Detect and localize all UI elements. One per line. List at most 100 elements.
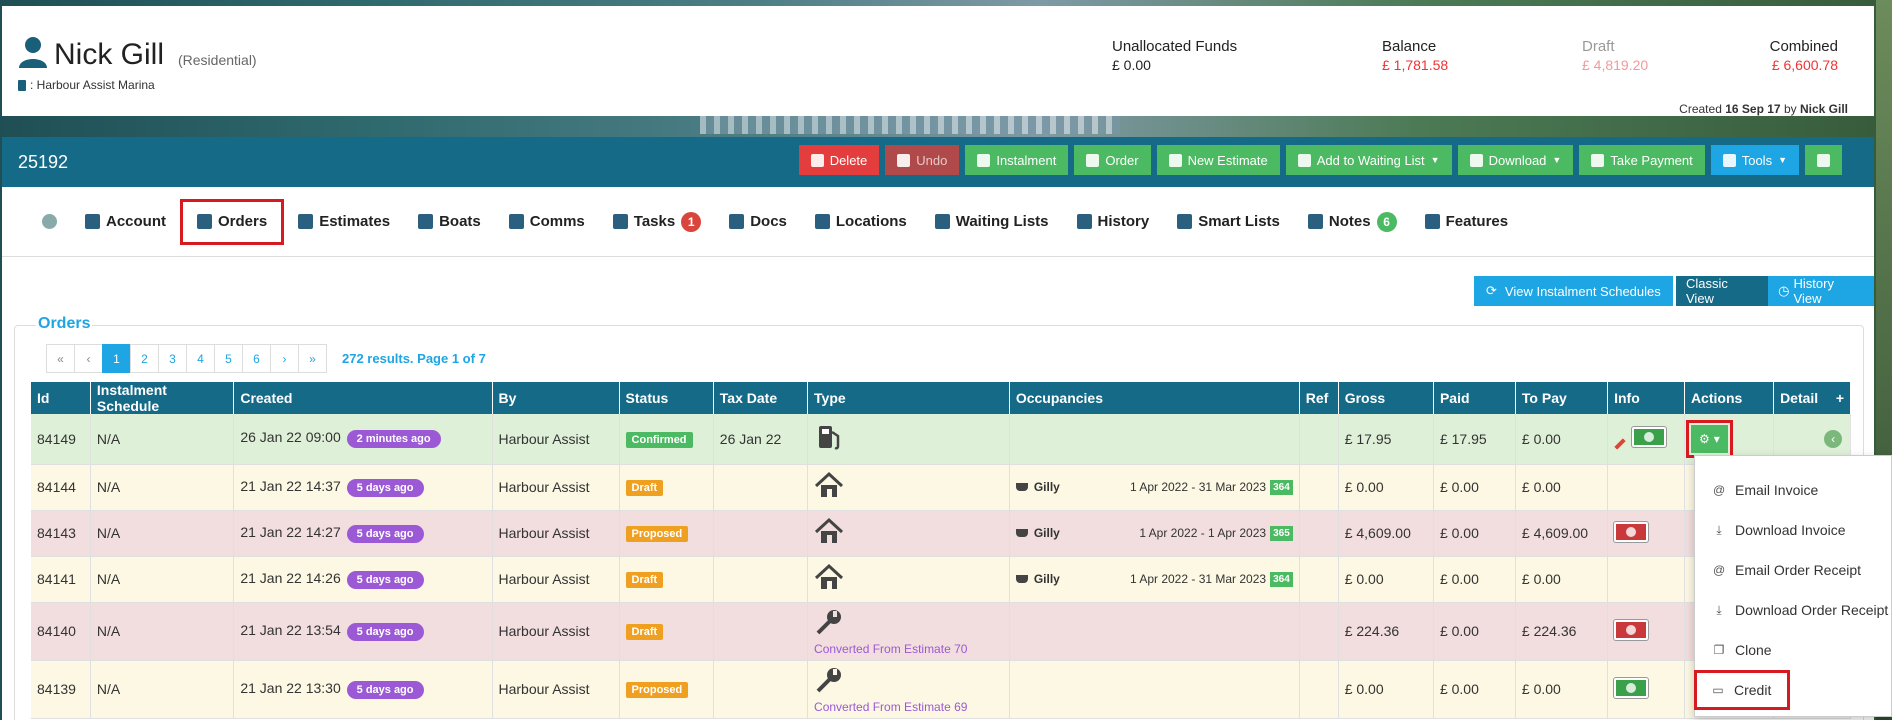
col-ref[interactable]: Ref — [1299, 382, 1339, 414]
add-to-waiting-list-button[interactable]: Add to Waiting List ▼ — [1285, 145, 1452, 175]
waiting-list-label: Add to Waiting List — [1316, 152, 1425, 168]
table-row[interactable]: 84143 N/A 21 Jan 22 14:27 5 days ago Har… — [31, 510, 1851, 557]
instalment-button[interactable]: Instalment — [965, 145, 1069, 175]
undo-button[interactable]: Undo — [885, 145, 960, 175]
cell-id: 84144 — [31, 464, 91, 511]
email-order-receipt-item[interactable]: @ Email Order Receipt — [1695, 550, 1891, 590]
tab-dashboard[interactable] — [28, 204, 71, 240]
page-5[interactable]: 5 — [214, 344, 243, 373]
boat-name: Gilly — [1033, 526, 1060, 540]
download-order-receipt-item[interactable]: ⤓ Download Order Receipt — [1695, 590, 1891, 630]
tab-boats[interactable]: Boats — [404, 204, 495, 240]
page-6[interactable]: 6 — [242, 344, 271, 373]
page-4[interactable]: 4 — [186, 344, 215, 373]
cell-created: 21 Jan 22 13:30 5 days ago — [233, 660, 493, 719]
page-next[interactable]: › — [270, 344, 299, 373]
page-first[interactable]: « — [46, 344, 75, 373]
tab-history[interactable]: History — [1063, 204, 1164, 240]
credit-item[interactable]: ▭ Credit — [1694, 670, 1790, 710]
tab-features[interactable]: Features — [1411, 204, 1523, 240]
col-status[interactable]: Status — [619, 382, 714, 414]
lightbulb-icon — [1177, 214, 1193, 229]
col-id[interactable]: Id — [31, 382, 91, 414]
col-occupancies[interactable]: Occupancies — [1009, 382, 1300, 414]
col-type[interactable]: Type — [807, 382, 1010, 414]
settings-button[interactable] — [1805, 145, 1842, 175]
tools-button[interactable]: Tools ▼ — [1710, 145, 1799, 175]
page-prev[interactable]: ‹ — [74, 344, 103, 373]
cell-to-pay: £ 4,609.00 — [1515, 510, 1609, 557]
marina-name[interactable]: : Harbour Assist Marina — [30, 78, 155, 92]
new-estimate-button[interactable]: New Estimate — [1156, 145, 1280, 175]
house-icon — [815, 517, 844, 543]
money-icon[interactable] — [1632, 427, 1667, 448]
cell-status: Draft — [619, 464, 714, 511]
actions-dropdown-button[interactable]: ⚙ ▾ — [1685, 419, 1733, 458]
tab-docs[interactable]: Docs — [715, 204, 801, 240]
tab-label: Features — [1445, 213, 1509, 230]
page-3[interactable]: 3 — [158, 344, 187, 373]
tab-estimates[interactable]: Estimates — [284, 204, 404, 240]
history-view-button[interactable]: ◷ History View — [1768, 276, 1874, 306]
page-1[interactable]: 1 — [102, 344, 131, 373]
tab-locations[interactable]: Locations — [801, 204, 921, 240]
col-created[interactable]: Created — [233, 382, 493, 414]
converted-link[interactable]: Converted From Estimate 69 — [814, 700, 1003, 714]
table-row[interactable]: 84149 N/A 26 Jan 22 09:00 2 minutes ago … — [31, 414, 1851, 465]
occupancy[interactable]: Gilly 1 Apr 2022 - 31 Mar 2023 364 — [1015, 571, 1293, 587]
money-icon[interactable] — [1614, 677, 1649, 698]
tab-waiting-lists[interactable]: Waiting Lists — [921, 204, 1063, 240]
clone-item[interactable]: ❐ Clone — [1695, 630, 1891, 670]
tab-account[interactable]: Account — [71, 204, 180, 240]
cell-ref — [1299, 464, 1339, 511]
classic-view-button[interactable]: Classic View — [1676, 276, 1769, 306]
occupancy[interactable]: Gilly 1 Apr 2022 - 31 Mar 2023 364 — [1015, 479, 1293, 495]
note-icon — [1307, 214, 1323, 229]
cell-paid: £ 0.00 — [1433, 660, 1516, 719]
chevron-left-icon[interactable]: ‹ — [1824, 429, 1843, 448]
col-paid[interactable]: Paid — [1433, 382, 1516, 414]
col-to-pay[interactable]: To Pay — [1515, 382, 1609, 414]
cell-by: Harbour Assist — [492, 464, 620, 511]
table-row[interactable]: 84139 N/A 21 Jan 22 13:30 5 days ago Har… — [31, 660, 1851, 719]
converted-link[interactable]: Converted From Estimate 70 — [814, 642, 1003, 656]
order-button[interactable]: Order — [1074, 145, 1151, 175]
col-by[interactable]: By — [492, 382, 620, 414]
results-count: 272 results. Page 1 of 7 — [342, 351, 486, 366]
take-payment-button[interactable]: Take Payment — [1579, 145, 1705, 175]
col-instalment-schedule[interactable]: Instalment Schedule — [90, 382, 235, 414]
col-tax-date[interactable]: Tax Date — [713, 382, 809, 414]
cell-ref — [1299, 660, 1339, 719]
tab-notes[interactable]: Notes 6 — [1294, 204, 1411, 240]
tab-orders[interactable]: Orders — [180, 198, 285, 245]
download-invoice-item[interactable]: ⤓ Download Invoice — [1695, 510, 1891, 550]
col-gross[interactable]: Gross — [1338, 382, 1434, 414]
cell-inst: N/A — [90, 602, 235, 661]
pencil-icon[interactable] — [1614, 437, 1626, 450]
download-button[interactable]: Download ▼ — [1457, 145, 1574, 175]
cell-info — [1607, 464, 1685, 511]
created-prefix: Created — [1679, 102, 1722, 116]
tab-tasks[interactable]: Tasks 1 — [599, 204, 715, 240]
page-last[interactable]: » — [298, 344, 327, 373]
money-icon[interactable] — [1614, 619, 1649, 640]
cell-inst: N/A — [90, 414, 235, 465]
table-row[interactable]: 84140 N/A 21 Jan 22 13:54 5 days ago Har… — [31, 602, 1851, 661]
occupancy[interactable]: Gilly 1 Apr 2022 - 1 Apr 2023 365 — [1015, 525, 1293, 541]
view-instalment-schedules-button[interactable]: ⟳ View Instalment Schedules — [1474, 276, 1673, 306]
ago-badge: 5 days ago — [346, 570, 424, 589]
unallocated-funds: Unallocated Funds £ 0.00 — [1112, 38, 1237, 73]
page-2[interactable]: 2 — [130, 344, 159, 373]
table-row[interactable]: 84144 N/A 21 Jan 22 14:37 5 days ago Har… — [31, 464, 1851, 511]
email-invoice-item[interactable]: @ Email Invoice — [1695, 470, 1891, 510]
cell-paid: £ 0.00 — [1433, 510, 1516, 557]
money-icon[interactable] — [1614, 521, 1649, 542]
balance: Balance £ 1,781.58 — [1382, 38, 1448, 73]
created-line: Created 16 Sep 17 by Nick Gill — [1679, 102, 1848, 116]
add-detail-icon[interactable]: + — [1836, 390, 1844, 406]
delete-button[interactable]: Delete — [798, 145, 880, 175]
table-row[interactable]: 84141 N/A 21 Jan 22 14:26 5 days ago Har… — [31, 556, 1851, 603]
tab-smart-lists[interactable]: Smart Lists — [1163, 204, 1294, 240]
cell-gross: £ 4,609.00 — [1338, 510, 1434, 557]
tab-comms[interactable]: Comms — [495, 204, 599, 240]
